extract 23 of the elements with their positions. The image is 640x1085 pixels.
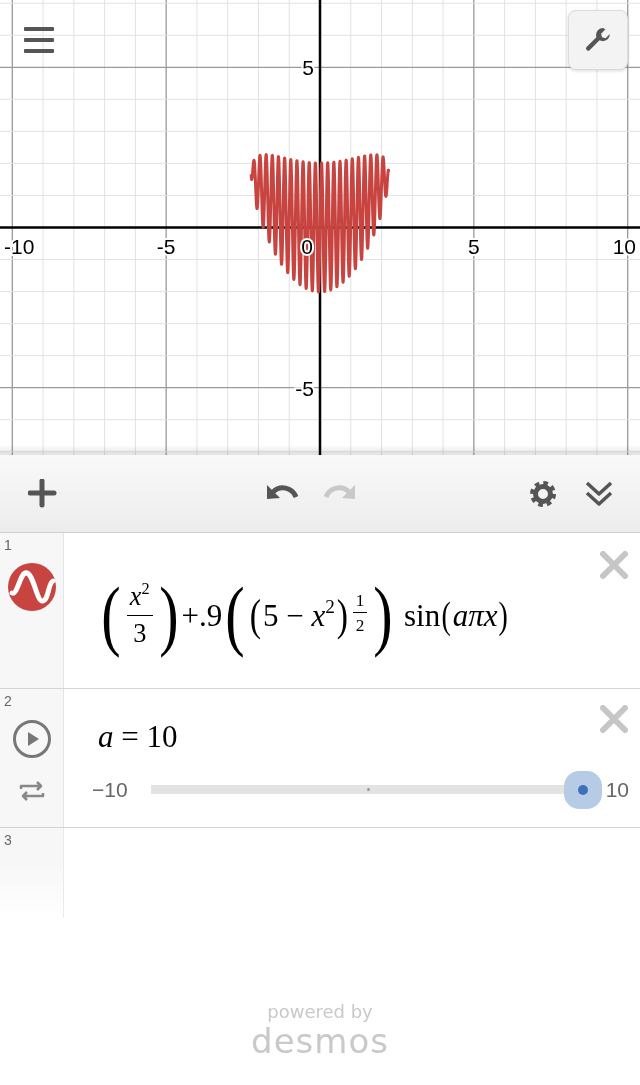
tick-label: 5 bbox=[302, 56, 314, 80]
tick-label: -5 bbox=[156, 234, 176, 258]
tick-label: -10 bbox=[4, 234, 35, 258]
tick-label: 10 bbox=[612, 234, 636, 258]
tick-label: -5 bbox=[295, 376, 314, 400]
origin-label: 0 bbox=[301, 234, 313, 258]
repeat-icon bbox=[17, 780, 46, 802]
close-icon bbox=[600, 705, 628, 733]
slider-max: 10 bbox=[605, 777, 629, 802]
close-icon bbox=[600, 551, 628, 579]
slider-min: −10 bbox=[92, 777, 128, 802]
settings-button[interactable] bbox=[568, 10, 628, 70]
sine-wave-icon[interactable] bbox=[7, 563, 56, 611]
row-number: 1 bbox=[4, 537, 12, 553]
plus-icon bbox=[28, 478, 58, 509]
play-icon bbox=[11, 719, 52, 759]
wrench-icon bbox=[584, 26, 612, 54]
row-number: 2 bbox=[4, 693, 12, 709]
expression-row[interactable]: 2 a = 10 −10 10 bbox=[0, 689, 640, 828]
tick-label: 5 bbox=[468, 234, 480, 258]
settings-icon bbox=[528, 478, 558, 509]
math-expression[interactable]: a = 10 bbox=[94, 717, 182, 757]
row-number: 3 bbox=[4, 832, 12, 848]
